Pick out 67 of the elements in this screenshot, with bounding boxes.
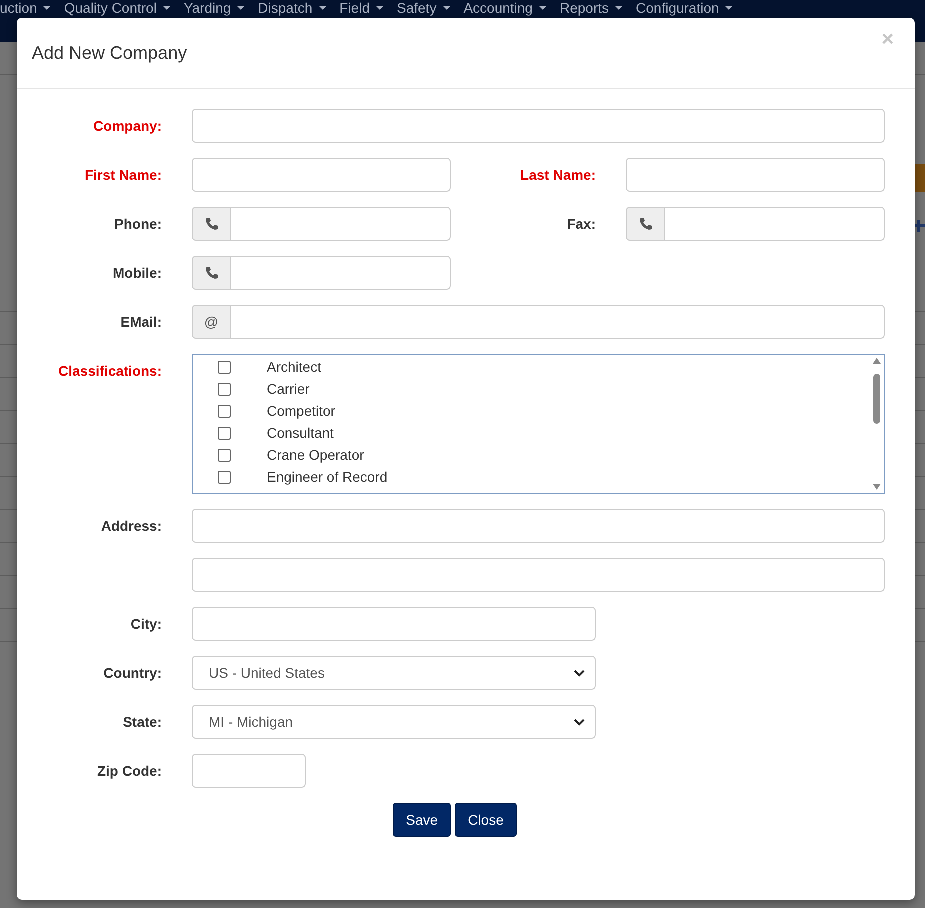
checkbox-list[interactable]: Architect Carrier Competitor Consultant Crane Operator Engineer of Record: [192, 354, 885, 494]
nav-menu-item[interactable]: Reports: [560, 0, 624, 15]
caret-icon: [237, 6, 246, 10]
input-field[interactable]: [231, 207, 451, 241]
checkbox[interactable]: [218, 404, 231, 418]
field-label: Mobile:: [112, 264, 162, 282]
nav-menu-item[interactable]: Configuration: [636, 0, 734, 15]
nav-menu-item[interactable]: Quality Control: [64, 0, 171, 15]
chevron-icon: [574, 670, 585, 676]
dialog-button[interactable]: Save: [393, 803, 452, 837]
phone-icon: [204, 217, 218, 231]
field-label: City:: [130, 615, 162, 633]
input-field[interactable]: [192, 109, 885, 143]
checkbox-label: Carrier: [267, 381, 310, 397]
nav-menu-item[interactable]: Accounting: [464, 0, 547, 15]
input-field[interactable]: [192, 558, 885, 592]
plus-icon: [913, 220, 925, 232]
field-label: Address:: [100, 517, 162, 535]
modal-title: Add New Company: [32, 42, 188, 64]
checkbox-label: Engineer of Record: [267, 469, 388, 485]
field-label: Zip Code:: [96, 762, 162, 780]
at-sign-addon: @: [192, 305, 231, 339]
caret-icon: [376, 6, 384, 10]
checkbox[interactable]: [218, 448, 231, 462]
checkbox-label: Consultant: [267, 425, 334, 441]
dialog-button[interactable]: Close: [455, 803, 517, 837]
caret-icon: [43, 6, 52, 10]
input-field[interactable]: [192, 607, 596, 641]
input-field[interactable]: [192, 754, 306, 788]
nav-menu-item[interactable]: Field: [340, 0, 384, 15]
caret-icon: [538, 6, 547, 10]
field-label: Classifications:: [58, 362, 162, 380]
checkbox-label: Architect: [267, 359, 322, 375]
caret-icon: [442, 6, 451, 10]
nav-menu-item[interactable]: Dispatch: [258, 0, 327, 15]
phone-icon: [638, 217, 652, 231]
input-field[interactable]: [192, 509, 885, 543]
field-label: Last Name:: [520, 166, 596, 184]
field-label: EMail:: [120, 313, 162, 331]
field-label: Company:: [92, 117, 162, 135]
field-label: First Name:: [84, 166, 162, 184]
caret-icon: [162, 6, 171, 10]
checkbox[interactable]: [218, 426, 231, 440]
input-field[interactable]: [231, 305, 885, 339]
dropdown-select[interactable]: MI - Michigan: [192, 705, 596, 739]
checkbox[interactable]: [218, 360, 231, 374]
checkbox-label: Crane Operator: [267, 447, 364, 463]
nav-menu-item[interactable]: Safety: [397, 0, 451, 15]
input-field[interactable]: [192, 158, 451, 192]
nav-menu-item[interactable]: uction: [0, 0, 52, 15]
input-field[interactable]: [665, 207, 885, 241]
phone-icon: [204, 266, 218, 280]
nav-menu-item[interactable]: Yarding: [184, 0, 246, 15]
checkbox[interactable]: [218, 382, 231, 396]
chevron-icon: [574, 718, 585, 726]
field-label: Fax:: [566, 215, 596, 233]
field-label: State:: [122, 713, 162, 731]
input-field[interactable]: [626, 158, 885, 192]
checkbox-label: Competitor: [267, 403, 336, 419]
checkbox[interactable]: [218, 470, 231, 484]
input-field[interactable]: [231, 256, 451, 290]
caret-icon: [318, 6, 327, 10]
caret-icon: [725, 6, 734, 10]
dropdown-select[interactable]: US - United States: [192, 656, 596, 690]
field-label: Phone:: [114, 215, 162, 233]
field-label: Country:: [102, 664, 162, 682]
caret-icon: [615, 6, 624, 10]
